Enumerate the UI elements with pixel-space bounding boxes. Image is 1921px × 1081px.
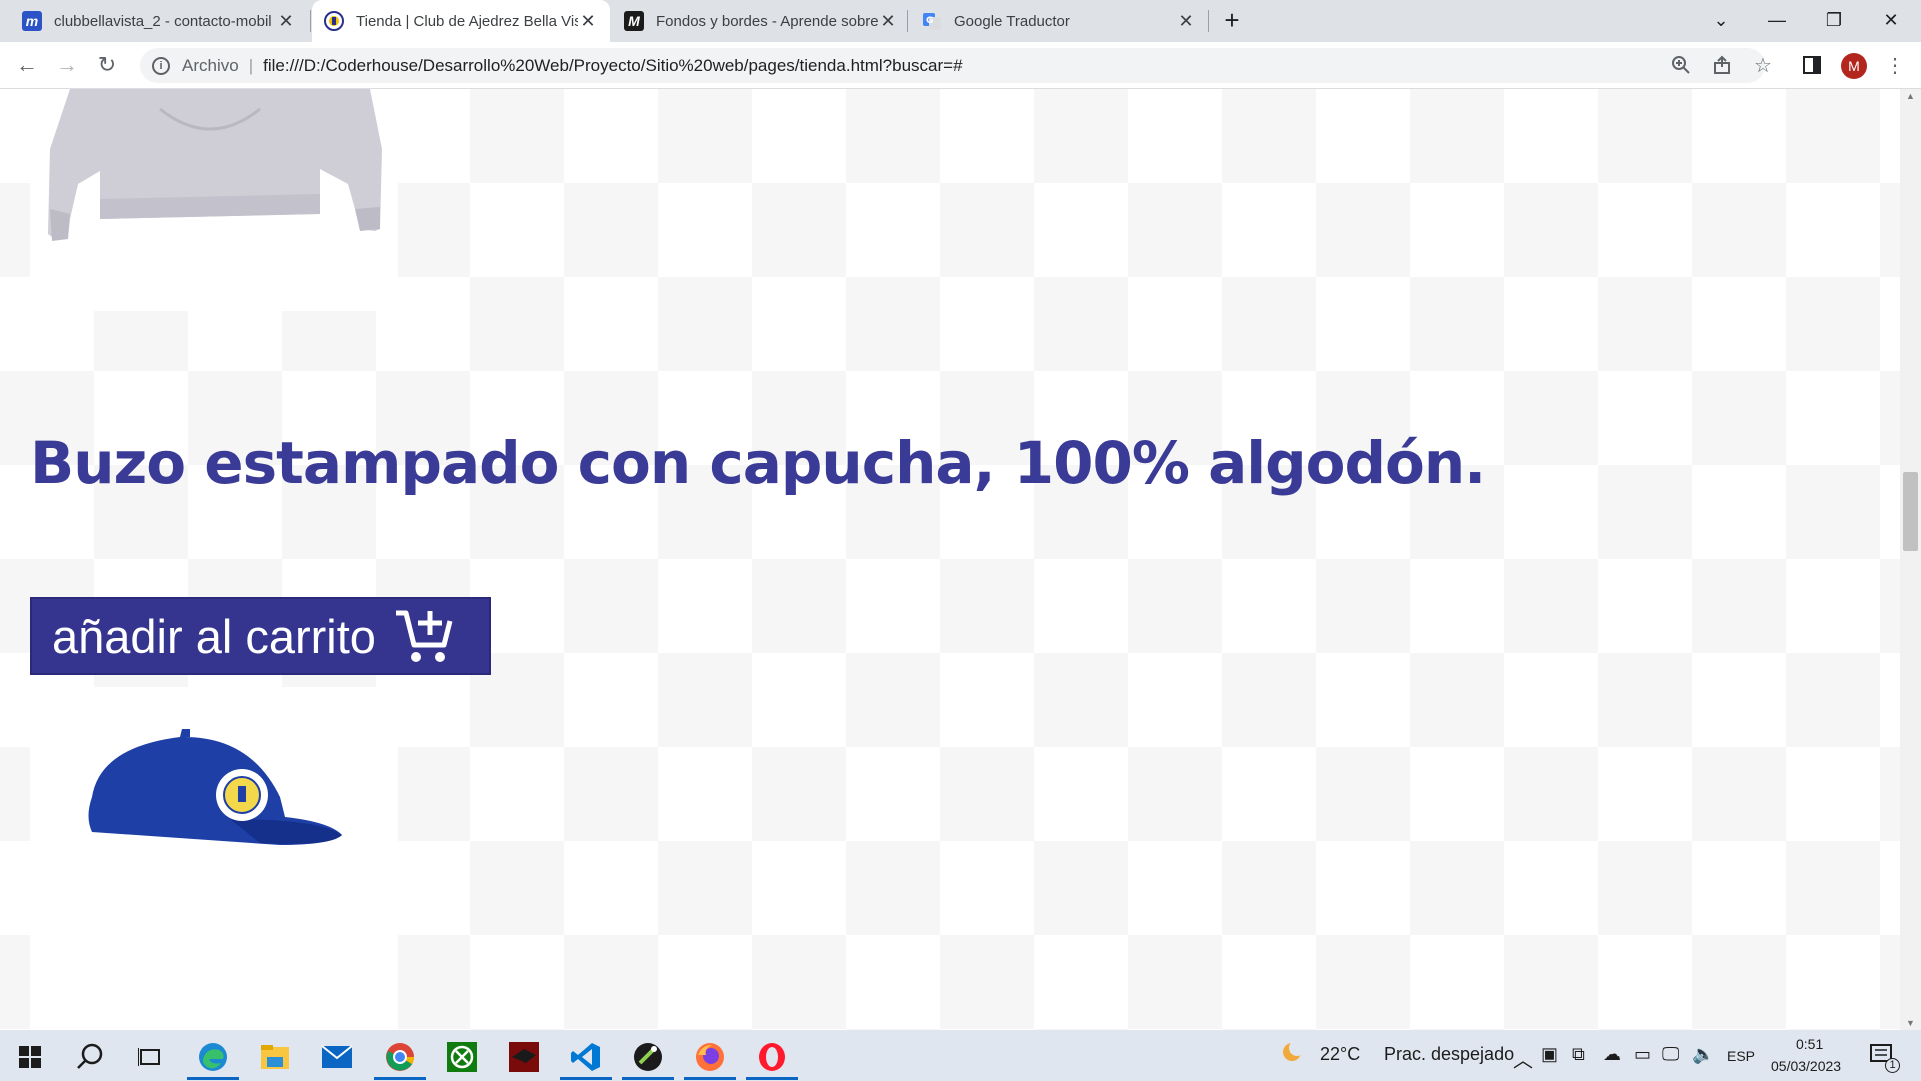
onedrive-cloud-icon[interactable]: ☁ xyxy=(1603,1044,1621,1065)
close-tab-icon[interactable]: ✕ xyxy=(878,11,898,32)
weather-text[interactable]: Prac. despejado xyxy=(1384,1044,1514,1065)
network-icon[interactable]: 🖵 xyxy=(1662,1044,1679,1065)
windows-start-icon[interactable] xyxy=(0,1034,60,1080)
tab-title: Fondos y bordes - Aprende sobre xyxy=(656,12,878,30)
back-arrow-icon[interactable]: ← xyxy=(12,50,42,80)
product-title: Buzo estampado con capucha, 100% algodón… xyxy=(30,429,1486,497)
info-icon[interactable]: i xyxy=(152,56,170,75)
club-logo-icon xyxy=(324,11,344,31)
tab-title: Tienda | Club de Ajedrez Bella Vis xyxy=(356,12,578,30)
tab-3[interactable]: M Fondos y bordes - Aprende sobre ✕ xyxy=(612,0,910,42)
close-window-button[interactable]: ✕ xyxy=(1863,0,1919,40)
m-icon: m xyxy=(22,11,42,31)
clock-date[interactable]: 05/03/2023 xyxy=(1771,1058,1841,1074)
cart-plus-icon xyxy=(395,610,453,662)
scheme-label: Archivo xyxy=(182,55,239,75)
svg-text:G: G xyxy=(926,16,933,26)
search-icon[interactable] xyxy=(60,1034,120,1080)
restore-button[interactable]: ❐ xyxy=(1806,0,1862,40)
tab-title: clubbellavista_2 - contacto-mobil xyxy=(54,12,272,30)
tab-separator xyxy=(907,10,908,32)
forward-arrow-icon[interactable]: → xyxy=(52,50,82,80)
share-icon[interactable] xyxy=(1707,50,1737,80)
close-tab-icon[interactable]: ✕ xyxy=(578,11,598,32)
chess-app-icon[interactable] xyxy=(618,1034,678,1080)
address-bar[interactable]: i Archivo | file:///D:/Coderhouse/Desarr… xyxy=(140,48,1765,83)
zoom-icon[interactable] xyxy=(1666,50,1696,80)
tab-1[interactable]: m clubbellavista_2 - contacto-mobil ✕ xyxy=(10,0,308,42)
weather-temp[interactable]: 22°C xyxy=(1320,1044,1360,1065)
language-indicator[interactable]: ESP xyxy=(1727,1048,1755,1064)
game-app-icon[interactable] xyxy=(494,1034,554,1080)
chrome-icon[interactable] xyxy=(370,1034,430,1080)
mail-icon[interactable] xyxy=(307,1034,367,1080)
notification-count-badge: 1 xyxy=(1885,1058,1900,1073)
hoodie-image xyxy=(48,89,382,241)
scheme-separator: | xyxy=(248,55,254,75)
tab-separator xyxy=(310,10,311,32)
page-scrollbar[interactable]: ▲ ▼ xyxy=(1900,89,1921,1030)
edge-icon[interactable] xyxy=(183,1034,243,1080)
scroll-up-arrow-icon[interactable]: ▲ xyxy=(1900,91,1921,101)
add-to-cart-label: añadir al carrito xyxy=(52,609,376,663)
tray-app-icon[interactable]: ▣ xyxy=(1541,1044,1558,1065)
add-to-cart-button[interactable]: añadir al carrito xyxy=(30,597,491,675)
google-translate-icon: G xyxy=(922,11,942,31)
tray-chevron-up-icon[interactable]: ︿ xyxy=(1513,1044,1533,1073)
reload-icon[interactable]: ↻ xyxy=(92,50,122,80)
weather-icon[interactable] xyxy=(1278,1040,1308,1073)
tab-4[interactable]: G Google Traductor ✕ xyxy=(910,0,1208,42)
file-explorer-icon[interactable] xyxy=(245,1034,305,1080)
opera-icon[interactable] xyxy=(742,1034,802,1080)
minimize-button[interactable]: — xyxy=(1749,0,1805,40)
tab-strip: m clubbellavista_2 - contacto-mobil ✕ Ti… xyxy=(0,0,1921,42)
meet-icon[interactable]: ⧉ xyxy=(1572,1044,1585,1065)
vscode-icon[interactable] xyxy=(556,1034,616,1080)
side-panel-icon[interactable] xyxy=(1797,50,1827,80)
battery-icon[interactable]: ▭ xyxy=(1634,1044,1651,1065)
volume-icon[interactable]: 🔈 xyxy=(1692,1044,1714,1065)
clock-time[interactable]: 0:51 xyxy=(1796,1036,1823,1052)
page-viewport: Buzo estampado con capucha, 100% algodón… xyxy=(0,89,1900,1030)
tab-search-chevron-icon[interactable]: ⌄ xyxy=(1693,0,1749,40)
bookmark-star-icon[interactable]: ☆ xyxy=(1748,50,1778,80)
task-view-icon[interactable] xyxy=(120,1034,180,1080)
close-tab-icon[interactable]: ✕ xyxy=(1176,11,1196,32)
browser-toolbar: ← → ↻ i Archivo | file:///D:/Coderhouse/… xyxy=(0,42,1921,89)
new-tab-button[interactable]: + xyxy=(1207,0,1257,40)
mdn-m-icon: M xyxy=(624,11,644,31)
cap-image xyxy=(88,729,342,845)
close-tab-icon[interactable]: ✕ xyxy=(276,11,296,32)
scrollbar-thumb[interactable] xyxy=(1903,472,1918,551)
tab-title: Google Traductor xyxy=(954,12,1070,30)
firefox-icon[interactable] xyxy=(680,1034,740,1080)
tab-2-active[interactable]: Tienda | Club de Ajedrez Bella Vis ✕ xyxy=(312,0,610,42)
profile-avatar[interactable]: M xyxy=(1841,53,1867,79)
scroll-down-arrow-icon[interactable]: ▼ xyxy=(1900,1018,1921,1028)
hoodie-product-card xyxy=(30,89,398,311)
menu-kebab-icon[interactable]: ⋮ xyxy=(1880,50,1910,80)
url-text[interactable]: file:///D:/Coderhouse/Desarrollo%20Web/P… xyxy=(263,56,962,76)
cap-product-card xyxy=(30,687,398,1030)
xbox-icon[interactable] xyxy=(432,1034,492,1080)
